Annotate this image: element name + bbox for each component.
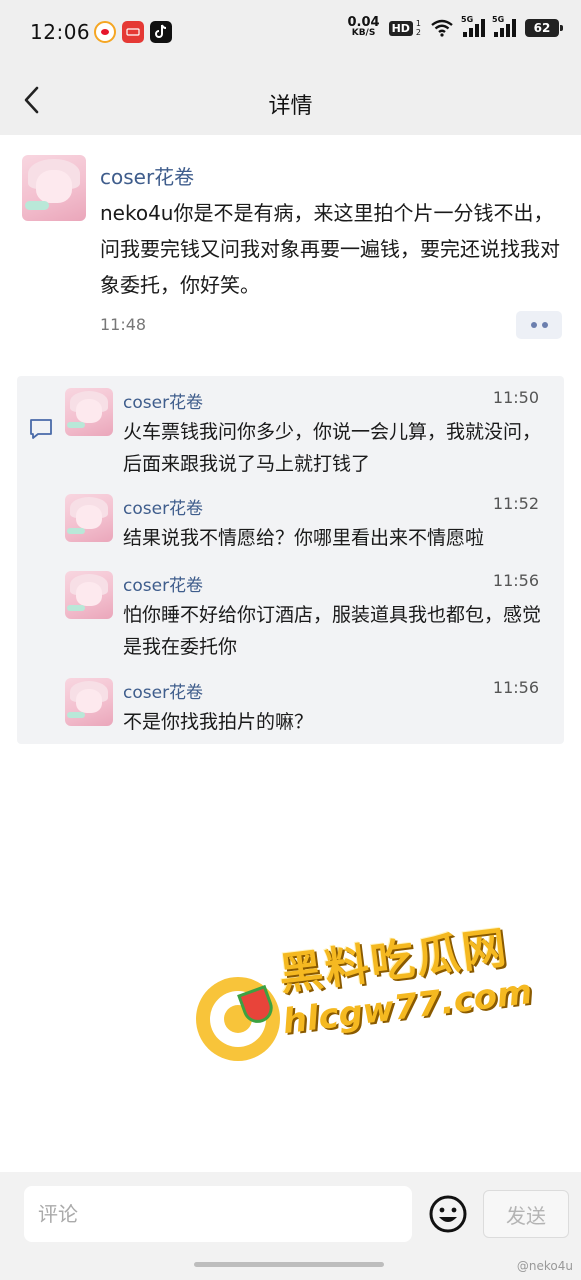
- source-watermark: @neko4u: [516, 1259, 573, 1273]
- reply-text: 火车票钱我问你多少，你说一会儿算，我就没问，后面来跟我说了马上就打钱了: [123, 421, 542, 475]
- reply-author[interactable]: coser花卷: [123, 388, 203, 413]
- reply-author[interactable]: coser花卷: [123, 678, 203, 703]
- status-indicators: 0.04 KB/S HD 1 2 5G 5G 62: [347, 15, 563, 38]
- network-speed-value: 0.04: [347, 15, 380, 30]
- avatar[interactable]: [22, 155, 86, 221]
- signal-tag-1: 5G: [461, 15, 474, 24]
- reply-time: 11:52: [492, 494, 539, 513]
- reply-text: 结果说我不情愿给？你哪里看出来不情愿啦: [123, 527, 485, 549]
- emoji-button[interactable]: [428, 1194, 468, 1234]
- notification-icons: [94, 21, 172, 43]
- smiley-icon: [429, 1195, 467, 1233]
- weibo-icon: [94, 21, 116, 43]
- tiktok-icon: [150, 21, 172, 43]
- status-bar: 12:06 0.04 KB/S HD 1 2 5G 5G 62: [0, 0, 581, 64]
- status-time: 12:06: [30, 20, 91, 44]
- avatar[interactable]: [65, 678, 113, 726]
- more-options-button[interactable]: [516, 311, 562, 339]
- battery-icon: 62: [525, 19, 563, 37]
- page-title: 详情: [268, 94, 313, 119]
- comment-bubble-icon: [30, 419, 52, 439]
- wifi-icon: [431, 19, 453, 37]
- reply-time: 11:56: [492, 678, 539, 697]
- reply-author[interactable]: coser花卷: [123, 494, 203, 519]
- watermark: 黑料吃瓜网 hlcgw77.com: [196, 922, 534, 1065]
- battery-level: 62: [533, 21, 551, 35]
- signal-tag-2: 5G: [492, 15, 505, 24]
- network-speed-unit: KB/S: [351, 28, 376, 38]
- more-dots-icon: [530, 322, 537, 328]
- send-button[interactable]: 发送: [483, 1190, 569, 1238]
- reply-time: 11:56: [492, 571, 539, 590]
- reply-time: 11:50: [492, 388, 539, 407]
- comment-text: neko4u你是不是有病，来这里拍个片一分钱不出，问我要完钱又问我对象再要一遍钱…: [100, 201, 560, 297]
- network-speed: 0.04 KB/S: [347, 15, 380, 38]
- signal-icon-2: 5G: [492, 15, 516, 37]
- reply-text: 怕你睡不好给你订酒店，服装道具我也都包，感觉是我在委托你: [123, 604, 542, 658]
- hd-sub-label: 1 2: [415, 19, 421, 37]
- hd-badge: HD: [388, 20, 413, 36]
- home-indicator[interactable]: [194, 1262, 384, 1267]
- reply-text: 不是你找我拍片的嘛？: [123, 711, 314, 733]
- comment-author[interactable]: coser花卷: [100, 161, 194, 190]
- avatar[interactable]: [65, 571, 113, 619]
- comment-time: 11:48: [100, 315, 147, 334]
- avatar[interactable]: [65, 388, 113, 436]
- avatar[interactable]: [65, 494, 113, 542]
- nav-bar: 详情: [0, 70, 581, 130]
- toutiao-icon: [122, 21, 144, 43]
- comment-input[interactable]: [24, 1186, 412, 1242]
- reply-author[interactable]: coser花卷: [123, 571, 203, 596]
- signal-icon-1: 5G: [461, 15, 485, 37]
- reply-list: coser花卷 11:50 火车票钱我问你多少，你说一会儿算，我就没问，后面来跟…: [17, 376, 564, 744]
